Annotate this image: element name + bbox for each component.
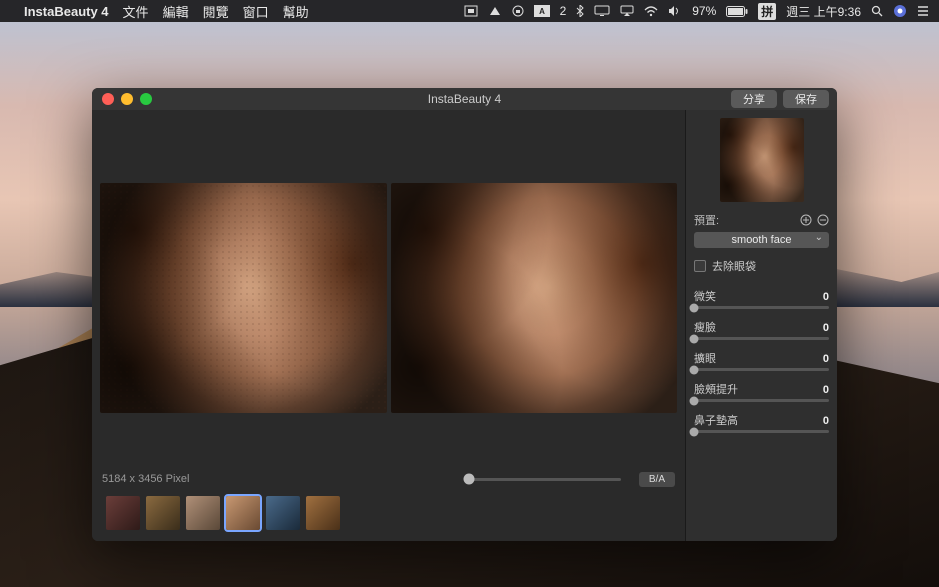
menu-edit[interactable]: 編輯 [163, 2, 189, 21]
save-button[interactable]: 保存 [783, 90, 829, 108]
thumbnail-1[interactable] [106, 496, 140, 530]
slider-name-3: 臉頰提升 [694, 381, 738, 397]
slider-track-0[interactable] [694, 306, 829, 309]
slider-name-2: 擴眼 [694, 350, 716, 366]
thumbnail-4[interactable] [226, 496, 260, 530]
menu-window[interactable]: 窗口 [243, 2, 269, 21]
slider-4: 鼻子墊高 0 [694, 412, 829, 433]
thumbnail-2[interactable] [146, 496, 180, 530]
preset-add-button[interactable] [799, 214, 812, 227]
image-dimensions: 5184 x 3456 Pixel [102, 473, 189, 485]
titlebar[interactable]: InstaBeauty 4 分享 保存 [92, 88, 837, 110]
status-notification-icon[interactable] [917, 5, 929, 17]
status-bluetooth-icon[interactable] [576, 5, 584, 17]
slider-value-0: 0 [823, 291, 829, 303]
after-image [391, 183, 678, 413]
before-after-toggle[interactable]: B/A [639, 472, 675, 487]
menu-help[interactable]: 幫助 [283, 2, 309, 21]
side-panel: 預置: smooth face 去除眼袋 微笑 0 瘦臉 0 擴眼 0 臉頰提升 0 鼻子墊高 0 [685, 110, 837, 541]
main-area: 5184 x 3456 Pixel B/A [92, 110, 685, 541]
status-spotlight-icon[interactable] [871, 5, 883, 17]
window-title: InstaBeauty 4 [92, 92, 837, 106]
menubar-appname[interactable]: InstaBeauty 4 [24, 4, 109, 19]
status-battery-pct[interactable]: 97% [692, 4, 716, 18]
preset-dropdown[interactable]: smooth face [694, 232, 829, 248]
status-battery-icon[interactable] [726, 6, 748, 17]
status-ime-badge[interactable]: 拼 [758, 3, 776, 20]
slider-track-4[interactable] [694, 430, 829, 433]
window-close-button[interactable] [102, 93, 114, 105]
status-adobe-icon[interactable]: A [534, 5, 550, 17]
app-window: InstaBeauty 4 分享 保存 5184 x 3456 Pixel [92, 88, 837, 541]
status-number-icon[interactable]: 2 [560, 4, 567, 18]
slider-thumb-3[interactable] [690, 396, 699, 405]
status-display-icon[interactable] [594, 5, 610, 17]
remove-eyebag-label: 去除眼袋 [712, 258, 756, 274]
status-app2-icon[interactable] [488, 5, 502, 17]
slider-thumb-0[interactable] [690, 303, 699, 312]
slider-value-4: 0 [823, 415, 829, 427]
slider-value-1: 0 [823, 322, 829, 334]
slider-thumb-4[interactable] [690, 427, 699, 436]
slider-track-1[interactable] [694, 337, 829, 340]
slider-thumb-1[interactable] [690, 334, 699, 343]
slider-value-3: 0 [823, 384, 829, 396]
slider-track-3[interactable] [694, 399, 829, 402]
slider-name-1: 瘦臉 [694, 319, 716, 335]
status-clock[interactable]: 週三 上午9:36 [786, 3, 861, 20]
thumbnail-6[interactable] [306, 496, 340, 530]
share-button[interactable]: 分享 [731, 90, 777, 108]
bottom-toolbar: 5184 x 3456 Pixel B/A [92, 465, 685, 493]
status-lock-icon[interactable] [512, 5, 524, 17]
menu-file[interactable]: 文件 [123, 2, 149, 21]
traffic-lights [92, 93, 152, 105]
slider-1: 瘦臉 0 [694, 319, 829, 340]
svg-text:A: A [539, 7, 545, 16]
status-volume-icon[interactable] [668, 5, 682, 17]
status-wifi-icon[interactable] [644, 6, 658, 17]
thumbnail-5[interactable] [266, 496, 300, 530]
slider-track-2[interactable] [694, 368, 829, 371]
slider-2: 擴眼 0 [694, 350, 829, 371]
macos-menubar: InstaBeauty 4 文件 編輯 閱覽 窗口 幫助 A 2 97% 拼 週… [0, 0, 939, 22]
slider-value-2: 0 [823, 353, 829, 365]
slider-0: 微笑 0 [694, 288, 829, 309]
menu-view[interactable]: 閱覽 [203, 2, 229, 21]
canvas-area[interactable] [92, 110, 685, 465]
preset-label: 預置: [694, 212, 719, 228]
panel-preview [720, 118, 804, 202]
window-maximize-button[interactable] [140, 93, 152, 105]
before-image [100, 183, 387, 413]
remove-eyebag-checkbox[interactable] [694, 260, 706, 272]
status-app1-icon[interactable] [464, 5, 478, 17]
slider-name-4: 鼻子墊高 [694, 412, 738, 428]
slider-thumb-2[interactable] [690, 365, 699, 374]
slider-3: 臉頰提升 0 [694, 381, 829, 402]
filmstrip [92, 493, 685, 541]
preset-remove-button[interactable] [816, 214, 829, 227]
status-siri-icon[interactable] [893, 4, 907, 18]
status-airplay-icon[interactable] [620, 5, 634, 17]
zoom-slider[interactable] [469, 478, 620, 481]
window-minimize-button[interactable] [121, 93, 133, 105]
thumbnail-3[interactable] [186, 496, 220, 530]
slider-name-0: 微笑 [694, 288, 716, 304]
